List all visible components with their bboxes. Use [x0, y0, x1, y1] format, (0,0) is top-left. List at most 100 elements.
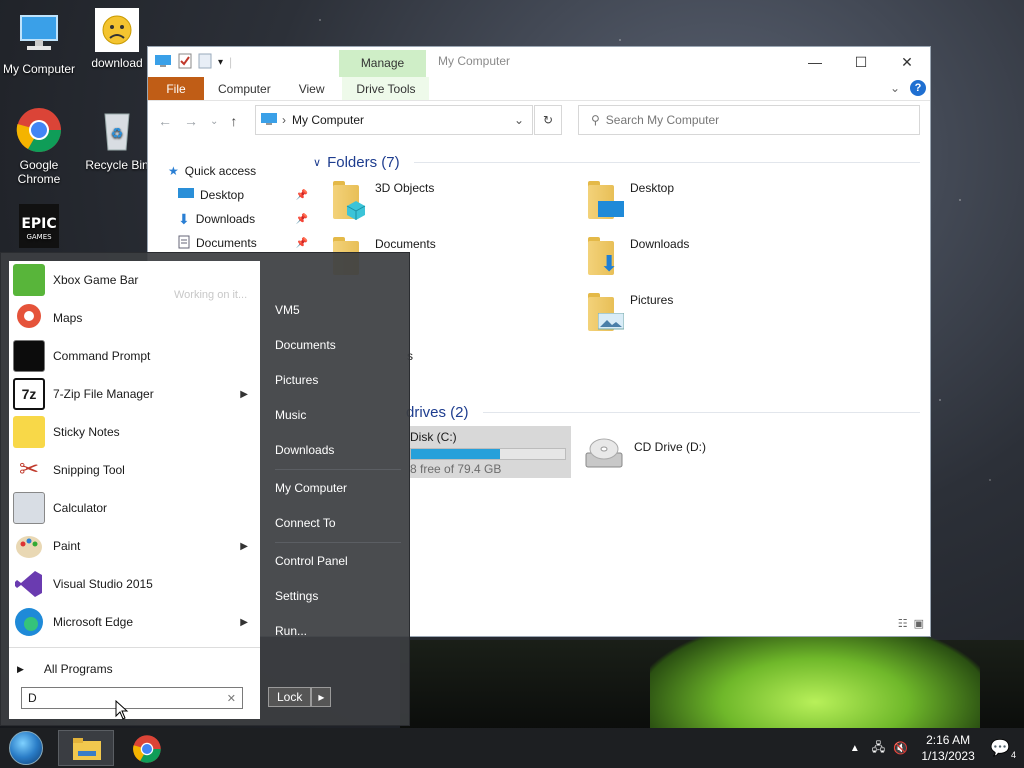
place-pictures[interactable]: Pictures: [263, 363, 401, 398]
nav-label: Documents: [196, 236, 257, 250]
qat-dropdown-icon[interactable]: ▾: [218, 57, 223, 68]
maximize-button[interactable]: ☐: [838, 47, 884, 77]
program-command-prompt[interactable]: Command Prompt: [9, 337, 260, 375]
submenu-arrow-icon[interactable]: ▶: [240, 541, 248, 552]
pin-icon[interactable]: 📌: [296, 190, 308, 201]
clock[interactable]: 2:16 AM 1/13/2023: [916, 732, 980, 764]
minimize-button[interactable]: —: [792, 47, 838, 77]
computer-icon[interactable]: [154, 54, 172, 71]
start-menu: Working on it... Xbox Game Bar Maps Comm…: [0, 252, 410, 726]
nav-label: Quick access: [184, 164, 257, 178]
desktop-icon-label: download: [91, 56, 143, 70]
nav-quick-access[interactable]: ★ Quick access: [168, 159, 308, 183]
search-placeholder: Search My Computer: [605, 113, 720, 127]
pin-icon[interactable]: 📌: [296, 238, 308, 249]
program-sticky-notes[interactable]: Sticky Notes: [9, 413, 260, 451]
tab-file[interactable]: File: [148, 77, 204, 100]
power-options-arrow-icon[interactable]: ▸: [311, 687, 332, 707]
start-button[interactable]: [4, 730, 48, 766]
taskbar-chrome[interactable]: [120, 730, 176, 766]
program-xbox-game-bar[interactable]: Xbox Game Bar: [9, 261, 260, 299]
drive-cd[interactable]: CD Drive (D:): [582, 431, 706, 478]
notification-count-badge: 4: [1010, 750, 1016, 760]
drives-group-header[interactable]: drives (2): [406, 401, 920, 423]
scissors-icon: ✂: [18, 456, 40, 483]
address-bar[interactable]: › My Computer ⌄: [255, 105, 533, 135]
large-icons-view-icon[interactable]: ▣: [914, 617, 924, 630]
program-maps[interactable]: Maps: [9, 299, 260, 337]
desktop-icon-recycle-bin[interactable]: ♻ Recycle Bin: [78, 106, 156, 172]
place-control-panel[interactable]: Control Panel: [263, 544, 401, 579]
folder-pictures[interactable]: Pictures: [588, 293, 673, 331]
folder-label: Documents: [375, 237, 436, 251]
tab-drive-tools[interactable]: Drive Tools: [342, 77, 430, 100]
divider: [9, 647, 260, 648]
ribbon-expand-icon[interactable]: ⌄: [890, 81, 900, 95]
place-downloads[interactable]: Downloads: [263, 433, 401, 468]
help-icon[interactable]: ?: [910, 80, 926, 96]
tab-computer[interactable]: Computer: [204, 77, 285, 100]
folder-3d-objects[interactable]: 3D Objects: [333, 181, 434, 220]
breadcrumb-chevron-icon[interactable]: ›: [282, 113, 286, 127]
place-documents[interactable]: Documents: [263, 328, 401, 363]
pin-icon[interactable]: 📌: [296, 214, 308, 225]
folders-group-header[interactable]: ∨ Folders (7): [313, 151, 920, 173]
start-menu-places: VM5 Documents Pictures Music Downloads M…: [263, 293, 401, 649]
desktop-icon-chrome[interactable]: Google Chrome: [0, 106, 78, 186]
folder-desktop[interactable]: Desktop: [588, 181, 674, 219]
place-my-computer[interactable]: My Computer: [263, 471, 401, 506]
close-button[interactable]: ✕: [884, 47, 930, 77]
start-search-input[interactable]: D ✕: [21, 687, 243, 709]
volume-muted-icon[interactable]: 🔇: [893, 741, 908, 755]
nav-item-downloads[interactable]: ⬇ Downloads 📌: [168, 207, 308, 231]
program-label: 7-Zip File Manager: [53, 387, 154, 401]
program-visual-studio[interactable]: Visual Studio 2015: [9, 565, 260, 603]
properties-icon[interactable]: [178, 53, 192, 72]
recent-dropdown-icon[interactable]: ⌄: [210, 116, 218, 127]
desktop-icon-download[interactable]: download: [78, 8, 156, 70]
address-dropdown-icon[interactable]: ⌄: [514, 113, 524, 127]
folder-downloads-icon: ⬇: [588, 237, 622, 276]
clear-search-icon[interactable]: ✕: [227, 692, 236, 705]
all-programs-button[interactable]: ▶ All Programs: [17, 657, 113, 681]
navigation-pane: ★ Quick access Desktop 📌 ⬇ Downloads 📌 D…: [168, 159, 308, 255]
folder-desktop-icon: [588, 181, 624, 219]
program-label: Command Prompt: [53, 349, 151, 363]
network-icon[interactable]: 🖧: [872, 738, 885, 759]
place-user[interactable]: VM5: [263, 293, 401, 328]
manage-tab[interactable]: Manage: [339, 50, 426, 77]
new-folder-icon[interactable]: [198, 53, 212, 72]
tab-view[interactable]: View: [285, 77, 339, 100]
taskbar-explorer[interactable]: [58, 730, 114, 766]
program-paint[interactable]: Paint ▶: [9, 527, 260, 565]
place-settings[interactable]: Settings: [263, 579, 401, 614]
submenu-arrow-icon[interactable]: ▶: [240, 617, 248, 628]
desktop-icon-my-computer[interactable]: My Computer: [0, 10, 78, 76]
program-calculator[interactable]: Calculator: [9, 489, 260, 527]
quick-access-toolbar: ▾ |: [148, 53, 232, 72]
place-music[interactable]: Music: [263, 398, 401, 433]
notifications-icon[interactable]: 💬 4: [990, 738, 1016, 760]
chevron-down-icon: ∨: [313, 156, 322, 169]
folder-downloads[interactable]: ⬇ Downloads: [588, 237, 689, 276]
forward-arrow-icon[interactable]: →: [184, 113, 198, 129]
program-7zip[interactable]: 7z 7-Zip File Manager ▶: [9, 375, 260, 413]
program-snipping-tool[interactable]: ✂ Snipping Tool: [9, 451, 260, 489]
program-microsoft-edge[interactable]: Microsoft Edge ▶: [9, 603, 260, 641]
up-arrow-icon[interactable]: ↑: [230, 113, 237, 129]
desktop-icon-epic-games[interactable]: EPIC GAMES: [0, 204, 78, 252]
document-icon: [178, 235, 190, 252]
submenu-arrow-icon[interactable]: ▶: [240, 389, 248, 400]
show-hidden-icons-icon[interactable]: ▲: [850, 743, 860, 754]
refresh-button[interactable]: ↻: [534, 105, 562, 135]
folder-3d-icon: [333, 181, 367, 220]
details-view-icon[interactable]: ☷: [898, 617, 908, 630]
breadcrumb-current[interactable]: My Computer: [292, 113, 364, 127]
lock-button[interactable]: Lock: [268, 687, 312, 707]
back-arrow-icon[interactable]: ←: [158, 113, 172, 129]
nav-item-desktop[interactable]: Desktop 📌: [168, 183, 308, 207]
search-input[interactable]: ⚲ Search My Computer: [578, 105, 920, 135]
place-connect-to[interactable]: Connect To: [263, 506, 401, 541]
place-run[interactable]: Run...: [263, 614, 401, 649]
qat-separator: |: [229, 55, 233, 69]
